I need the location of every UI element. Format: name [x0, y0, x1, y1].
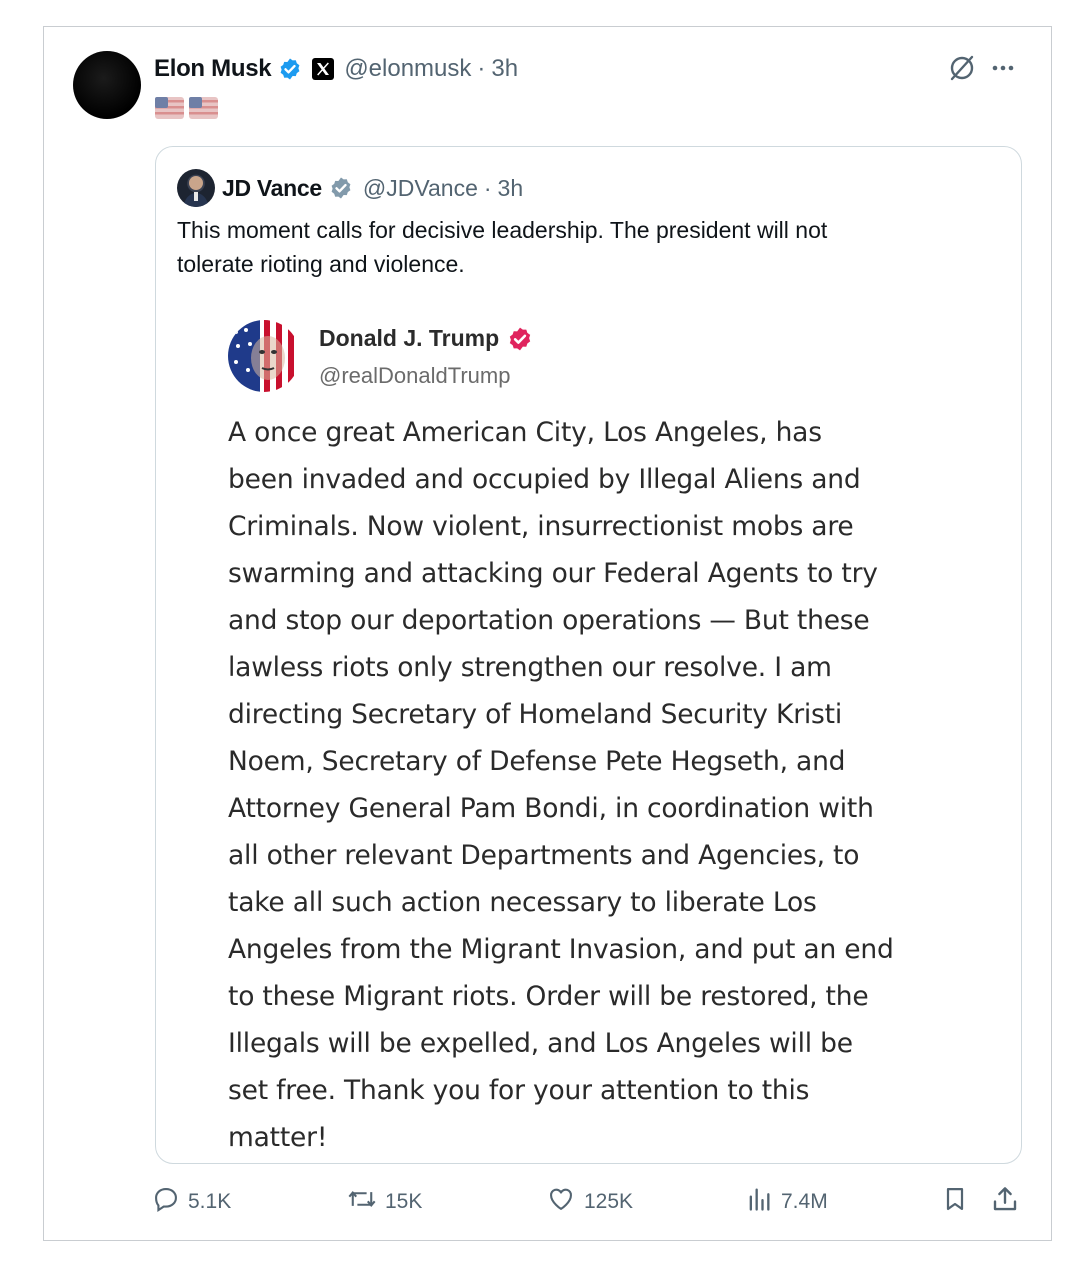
inner-text-line: swarming and attacking our Federal Agent… — [228, 558, 878, 589]
views-button[interactable]: 7.4M — [745, 1184, 828, 1220]
inner-text-line: been invaded and occupied by Illegal Ali… — [228, 464, 861, 495]
separator-dot: · — [477, 55, 486, 82]
inner-text-line: Angeles from the Migrant Invasion, and p… — [228, 934, 894, 965]
views-icon — [745, 1185, 781, 1219]
action-bar: 5.1K 15K 125K 7.4M — [152, 1184, 1032, 1220]
heart-icon — [546, 1185, 584, 1219]
inner-text-line: Illegals will be expelled, and Los Angel… — [228, 1028, 853, 1059]
inner-text-line: set free. Thank you for your attention t… — [228, 1075, 810, 1106]
bookmark-icon — [941, 1184, 977, 1220]
quoted-timestamp[interactable]: 3h — [498, 175, 524, 202]
like-button[interactable]: 125K — [546, 1184, 633, 1220]
inner-text-line: Attorney General Pam Bondi, in coordinat… — [228, 793, 874, 824]
repost-icon — [347, 1185, 385, 1219]
inner-author-name: Donald J. Trump — [319, 325, 500, 351]
quoted-text-line: tolerate rioting and violence. — [177, 251, 465, 277]
inner-text-line: matter! — [228, 1122, 328, 1153]
bookmark-button[interactable] — [941, 1184, 977, 1220]
reply-count: 5.1K — [188, 1190, 232, 1213]
inner-text-line: lawless riots only strengthen our resolv… — [228, 652, 832, 683]
elon-musk-avatar[interactable] — [73, 51, 141, 119]
inner-handle: @realDonaldTrump — [319, 363, 511, 388]
verified-badge-icon — [329, 176, 353, 200]
inner-text-line: directing Secretary of Homeland Security… — [228, 699, 843, 730]
more-icon[interactable] — [988, 53, 1018, 88]
quoted-header: JD Vance @JDVance · 3h — [222, 171, 523, 205]
quoted-text: This moment calls for decisive leadershi… — [177, 213, 967, 281]
reply-button[interactable]: 5.1K — [152, 1184, 231, 1220]
like-count: 125K — [584, 1190, 634, 1213]
verified-badge-icon — [278, 57, 302, 81]
inner-post-header: Donald J. Trump — [319, 325, 533, 352]
author-handle[interactable]: @elonmusk — [344, 55, 471, 83]
inner-text-line: all other relevant Departments and Agenc… — [228, 840, 860, 871]
inner-text-line: to these Migrant riots. Order will be re… — [228, 981, 869, 1012]
flag-emojis — [155, 97, 218, 119]
grok-icon[interactable] — [947, 53, 977, 88]
tweet-card[interactable]: Elon Musk @elonmusk · 3h JD Vance @JDVan… — [43, 26, 1052, 1241]
tweet-header: Elon Musk @elonmusk · 3h — [154, 52, 518, 86]
inner-text-line: A once great American City, Los Angeles,… — [228, 417, 822, 448]
quoted-handle[interactable]: @JDVance — [363, 175, 478, 202]
quoted-author-name[interactable]: JD Vance — [222, 175, 322, 202]
view-count: 7.4M — [781, 1190, 828, 1213]
share-icon — [990, 1184, 1028, 1220]
reply-icon — [152, 1185, 188, 1219]
trump-avatar — [228, 320, 300, 392]
inner-text-line: Criminals. Now violent, insurrectionist … — [228, 511, 854, 542]
us-flag-icon — [155, 97, 184, 119]
author-name[interactable]: Elon Musk — [154, 55, 272, 83]
share-button[interactable] — [990, 1184, 1028, 1220]
repost-button[interactable]: 15K — [347, 1184, 422, 1220]
inner-text-line: take all such action necessary to libera… — [228, 887, 817, 918]
timestamp[interactable]: 3h — [491, 55, 518, 83]
quoted-tweet[interactable]: JD Vance @JDVance · 3h This moment calls… — [155, 146, 1022, 1164]
x-logo-icon — [312, 58, 335, 80]
quoted-text-line: This moment calls for decisive leadershi… — [177, 217, 828, 243]
repost-count: 15K — [385, 1190, 423, 1213]
inner-post-text: A once great American City, Los Angeles,… — [228, 409, 958, 1161]
inner-text-line: Noem, Secretary of Defense Pete Hegseth,… — [228, 746, 846, 777]
inner-text-line: and stop our deportation operations — Bu… — [228, 605, 870, 636]
jd-vance-avatar — [177, 169, 215, 207]
separator-dot: · — [483, 174, 492, 201]
verified-badge-icon — [507, 326, 533, 352]
us-flag-icon — [189, 97, 218, 119]
